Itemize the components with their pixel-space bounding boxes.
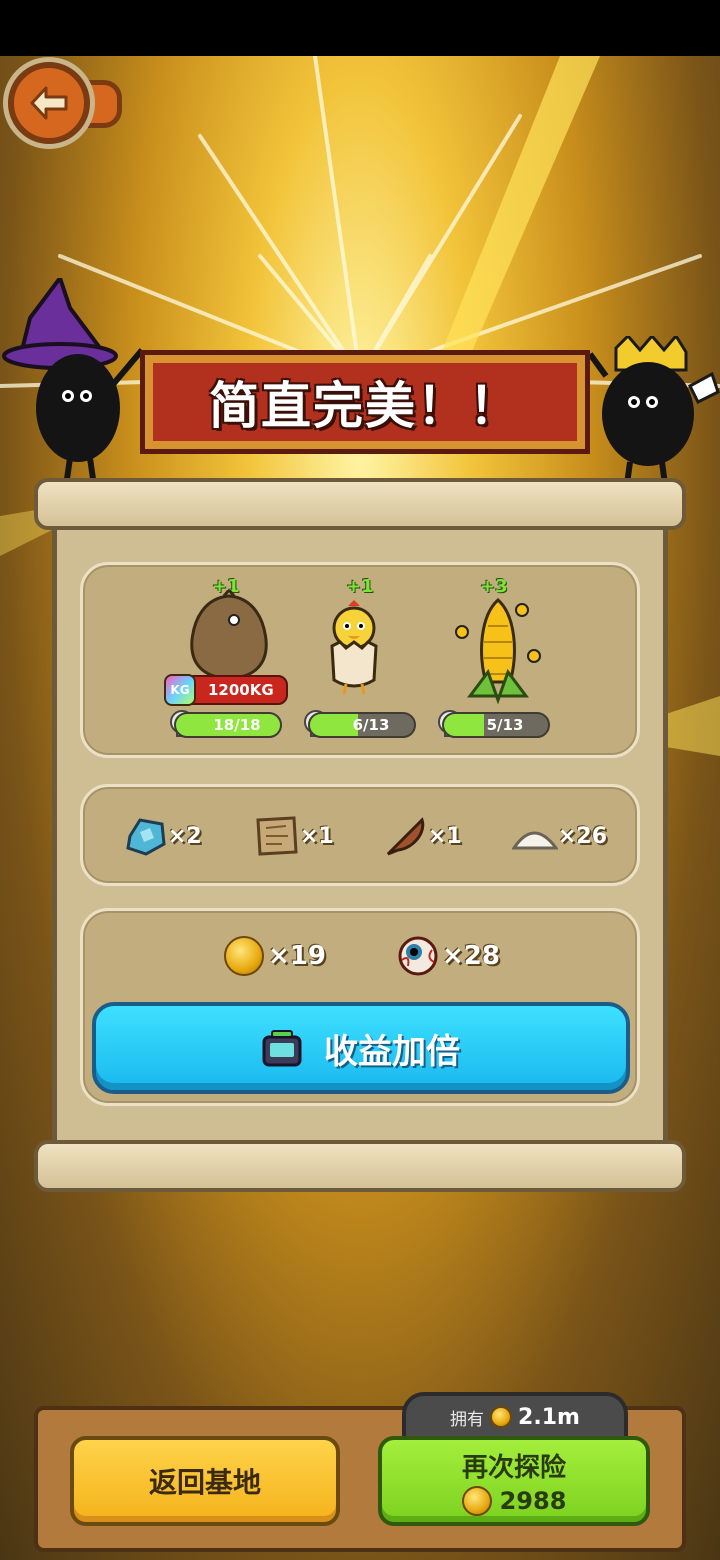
animal-progress-bar: 18/18 bbox=[174, 712, 282, 738]
animal-bonus: +1 bbox=[346, 576, 374, 597]
reward-count: ×19 bbox=[268, 941, 326, 971]
weight-value: 1200KG bbox=[208, 681, 274, 699]
explore-cost: 2988 bbox=[461, 1485, 567, 1516]
coin-icon bbox=[461, 1485, 492, 1516]
coin-icon bbox=[490, 1406, 513, 1428]
reward-item: ×28 bbox=[398, 936, 500, 976]
witch-mascot-icon bbox=[2, 278, 145, 487]
material-count: ×1 bbox=[428, 823, 462, 849]
result-banner: 简直完美！！ bbox=[140, 350, 590, 454]
material-item: ×1 bbox=[384, 814, 462, 858]
king-mascot-icon bbox=[587, 336, 720, 493]
scroll-top-rod bbox=[34, 478, 686, 530]
double-reward-label: 收益加倍 bbox=[324, 1031, 460, 1072]
sack-creature-icon bbox=[190, 590, 268, 680]
scroll-bottom-rod bbox=[34, 1140, 686, 1192]
map-scroll-icon bbox=[256, 816, 298, 856]
banner-title: 简直完美！！ bbox=[209, 377, 521, 435]
feather-icon bbox=[386, 817, 425, 856]
progress-text: 18/18 bbox=[213, 716, 261, 734]
return-base-button[interactable]: 返回基地 bbox=[70, 1436, 340, 1526]
animal-bonus: +3 bbox=[480, 576, 508, 597]
wallet-display: 拥有 2.1m bbox=[402, 1392, 628, 1442]
animal-progress-bar: 5/13 bbox=[442, 712, 550, 738]
wallet-label: 拥有 bbox=[450, 1409, 485, 1430]
salt-pile-icon bbox=[512, 831, 558, 850]
material-item: ×26 bbox=[512, 818, 607, 854]
coin-icon bbox=[224, 936, 264, 976]
eyeball-icon bbox=[398, 936, 438, 976]
back-arrow-icon bbox=[30, 86, 68, 120]
back-button-tab[interactable] bbox=[88, 80, 122, 128]
material-count: ×2 bbox=[168, 823, 202, 849]
chick-creature-icon bbox=[330, 600, 378, 695]
progress-text: 5/13 bbox=[486, 716, 524, 734]
explore-cost-value: 2988 bbox=[499, 1486, 567, 1515]
blue-gem-icon bbox=[126, 818, 166, 856]
status-bar bbox=[0, 0, 720, 56]
reward-count: ×28 bbox=[442, 941, 500, 971]
return-base-label: 返回基地 bbox=[148, 1466, 261, 1499]
explore-again-label: 再次探险 bbox=[461, 1452, 566, 1483]
material-item: ×1 bbox=[254, 814, 334, 858]
material-item: ×2 bbox=[124, 814, 202, 858]
tv-icon bbox=[262, 1030, 302, 1067]
explore-again-button[interactable]: 再次探险 2988 bbox=[378, 1436, 650, 1526]
material-count: ×1 bbox=[300, 823, 334, 849]
wallet-value: 2.1m bbox=[518, 1404, 580, 1430]
double-reward-button[interactable]: 收益加倍 bbox=[92, 1002, 630, 1094]
kg-weight-icon: KG bbox=[164, 674, 196, 706]
back-button[interactable] bbox=[8, 62, 90, 144]
corn-creature-icon bbox=[455, 597, 541, 704]
reward-item: ×19 bbox=[224, 936, 326, 976]
material-count: ×26 bbox=[558, 823, 608, 849]
animal-progress-bar: 6/13 bbox=[308, 712, 416, 738]
progress-text: 6/13 bbox=[352, 716, 390, 734]
